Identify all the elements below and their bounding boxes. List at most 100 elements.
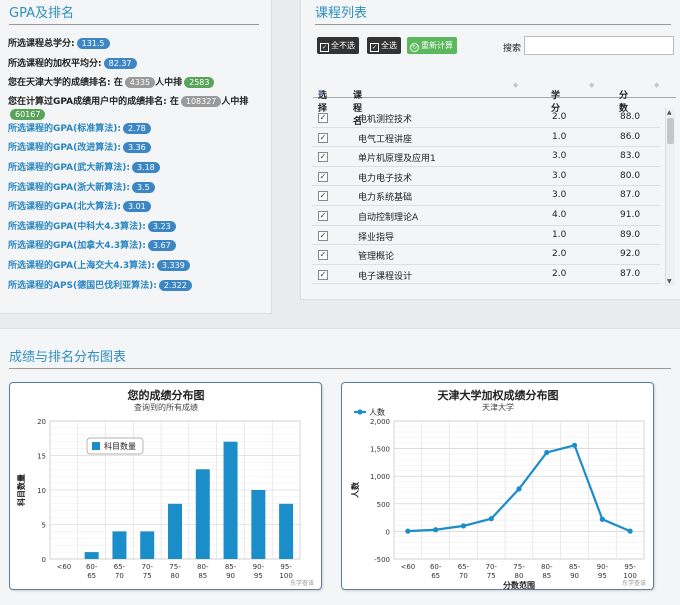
bar <box>140 531 155 559</box>
x-tick-label: 65- <box>458 563 470 571</box>
data-point <box>544 449 550 456</box>
gpa-panel: GPA及排名 所选课程总学分: 131.5 所选课程的加权平均分: 82.37 您在天津… <box>0 0 272 314</box>
university-distribution-chart: 天津大学加权成绩分布图 天津大学 -500 0 500 1,000 1,500 2,000 <6… <box>341 382 654 590</box>
value-badge: 3.18 <box>131 161 160 173</box>
gpa-label: 所选课程的GPA(浙大新算法): <box>8 182 130 193</box>
x-tick-label: 75 <box>487 572 496 580</box>
gpa-label: 所选课程的GPA(加拿大4.3算法): <box>8 241 146 252</box>
scroll-up-icon[interactable]: ▲ <box>667 109 672 116</box>
course-credit: 3.0 <box>552 170 567 181</box>
value-badge: 82.37 <box>103 57 137 69</box>
table-row: ✓ 电气工程讲座 1.0 86.0 <box>312 128 660 148</box>
course-checkbox[interactable]: ✓ <box>318 211 328 221</box>
data-point <box>488 516 494 522</box>
table-row: ✓ 电机测控技术 2.0 88.0 <box>312 108 660 128</box>
course-name: 电子课程设计 <box>358 271 413 282</box>
gpa-label: 所选课程的GPA(标准算法): <box>8 123 121 134</box>
gpa-label: 所选课程的GPA(北大算法): <box>8 202 121 213</box>
chart-subtitle: 天津大学 <box>482 402 514 412</box>
course-credit: 1.0 <box>552 131 567 142</box>
course-credit: 4.0 <box>552 210 567 220</box>
gpa-row: 所选课程的加权平均分: 82.37 <box>8 57 270 77</box>
select-all-button[interactable]: ✓ 全选 <box>367 37 401 54</box>
x-tick-label: 85- <box>225 563 237 571</box>
search-input[interactable] <box>524 36 674 55</box>
course-checkbox[interactable]: ✓ <box>318 250 328 261</box>
table-header: 选择 ▲ 课程名 ◆ 学分 ◆ 分数 ◆ <box>313 74 676 127</box>
scroll-down-icon[interactable]: ▼ <box>667 278 672 285</box>
gpa-label: 所选课程的GPA(中科大4.3算法): <box>8 221 146 232</box>
x-tick-label: 80 <box>171 572 180 580</box>
gpa-row: 所选课程的GPA(加拿大4.3算法): 3.67 <box>8 239 270 259</box>
course-name: 管理概论 <box>358 252 395 263</box>
y-tick-label: 1,500 <box>370 446 390 454</box>
gpa-label: 所选课程的GPA(上海交大4.3算法): <box>8 260 155 271</box>
x-tick-label: 100 <box>279 572 292 580</box>
gpa-row: 所选课程的GPA(北大算法): 3.01 <box>8 200 270 220</box>
value-badge: 3.339 <box>156 259 190 271</box>
select-none-button[interactable]: ✓ 全不选 <box>317 37 359 54</box>
course-name: 择业指导 <box>358 232 395 243</box>
recalculate-label: 重新计算 <box>421 41 453 50</box>
x-tick-label: 75- <box>513 563 525 571</box>
x-tick-label: 70 <box>115 572 124 580</box>
course-checkbox[interactable]: ✓ <box>318 152 328 163</box>
course-name: 电力系统基础 <box>358 193 413 204</box>
y-tick-label: 0 <box>386 528 390 536</box>
course-score: 83.0 <box>620 151 641 162</box>
course-name: 电力电子技术 <box>358 173 413 184</box>
gpa-row: 您在计算过GPA成绩用户中的成绩排名: 在 108327 人中排 60167 <box>8 95 270 122</box>
course-checkbox[interactable]: ✓ <box>318 132 328 143</box>
select-all-label: 全选 <box>381 41 397 50</box>
gpa-label: 您在计算过GPA成绩用户中的成绩排名: 在 <box>8 96 179 107</box>
grade-distribution-svg: 您的成绩分布图查询到的所有成绩05101520<60 60-6565-7070-7… <box>16 388 314 587</box>
x-tick-label: 75- <box>169 563 181 571</box>
legend-label: 科目数量 <box>104 441 136 451</box>
x-tick-label: 65 <box>431 572 440 580</box>
recalculate-button[interactable]: ↻ 重新计算 <box>407 37 457 54</box>
gpa-row: 所选课程的GPA(武大新算法): 3.18 <box>8 161 270 181</box>
gpa-section-title: GPA及排名 <box>9 2 259 25</box>
x-tick-label: 80- <box>541 563 553 571</box>
course-credit: 2.0 <box>552 268 567 279</box>
scrollbar-thumb[interactable] <box>667 118 674 144</box>
course-score: 91.0 <box>620 210 641 220</box>
value-badge: 3.23 <box>147 220 176 232</box>
gpa-row: 所选课程的GPA(中科大4.3算法): 3.23 <box>8 220 270 240</box>
sort-icon: ◆ <box>513 81 519 89</box>
search-label: 搜索 <box>503 44 522 54</box>
rank-badge: 60167 <box>10 108 46 120</box>
sort-icon: ◆ <box>589 81 595 89</box>
course-checkbox[interactable]: ✓ <box>318 113 328 123</box>
value-badge: 3.36 <box>122 142 151 154</box>
value-badge: 3.01 <box>122 201 151 213</box>
x-tick-label: 90 <box>570 572 579 580</box>
x-tick-label: 90- <box>597 563 609 571</box>
course-section-title: 课程列表 <box>315 2 671 25</box>
gpa-row: 所选课程的APS(德国巴伐利亚算法): 2.322 <box>8 279 270 299</box>
data-point <box>516 486 522 492</box>
x-tick-label: 60- <box>430 563 442 571</box>
table-scrollbar[interactable]: ▲ ▼ <box>665 108 675 286</box>
course-checkbox[interactable]: ✓ <box>318 230 328 241</box>
data-point <box>405 528 411 534</box>
legend-marker <box>357 409 363 415</box>
course-checkbox[interactable]: ✓ <box>318 269 328 280</box>
course-score: 87.0 <box>620 190 641 201</box>
y-axis-label: 科目数量 <box>16 474 26 506</box>
rank-badge: 2583 <box>184 77 215 89</box>
course-checkbox[interactable]: ✓ <box>318 171 328 182</box>
table-row: ✓ 电子课程设计 2.0 87.0 <box>312 265 660 285</box>
x-tick-label: 60- <box>86 563 98 571</box>
gpa-label: 所选课程的GPA(改进算法): <box>8 143 121 154</box>
x-tick-label: 95- <box>624 563 636 571</box>
bar <box>84 552 99 559</box>
course-checkbox[interactable]: ✓ <box>318 191 328 202</box>
legend-label: 人数 <box>369 407 385 417</box>
y-tick-label: 500 <box>377 501 390 509</box>
chart-title: 您的成绩分布图 <box>128 388 205 402</box>
bar <box>195 469 210 559</box>
course-credit: 1.0 <box>552 229 567 240</box>
x-tick-label: 95 <box>254 572 263 580</box>
x-tick-label: 100 <box>623 572 636 580</box>
